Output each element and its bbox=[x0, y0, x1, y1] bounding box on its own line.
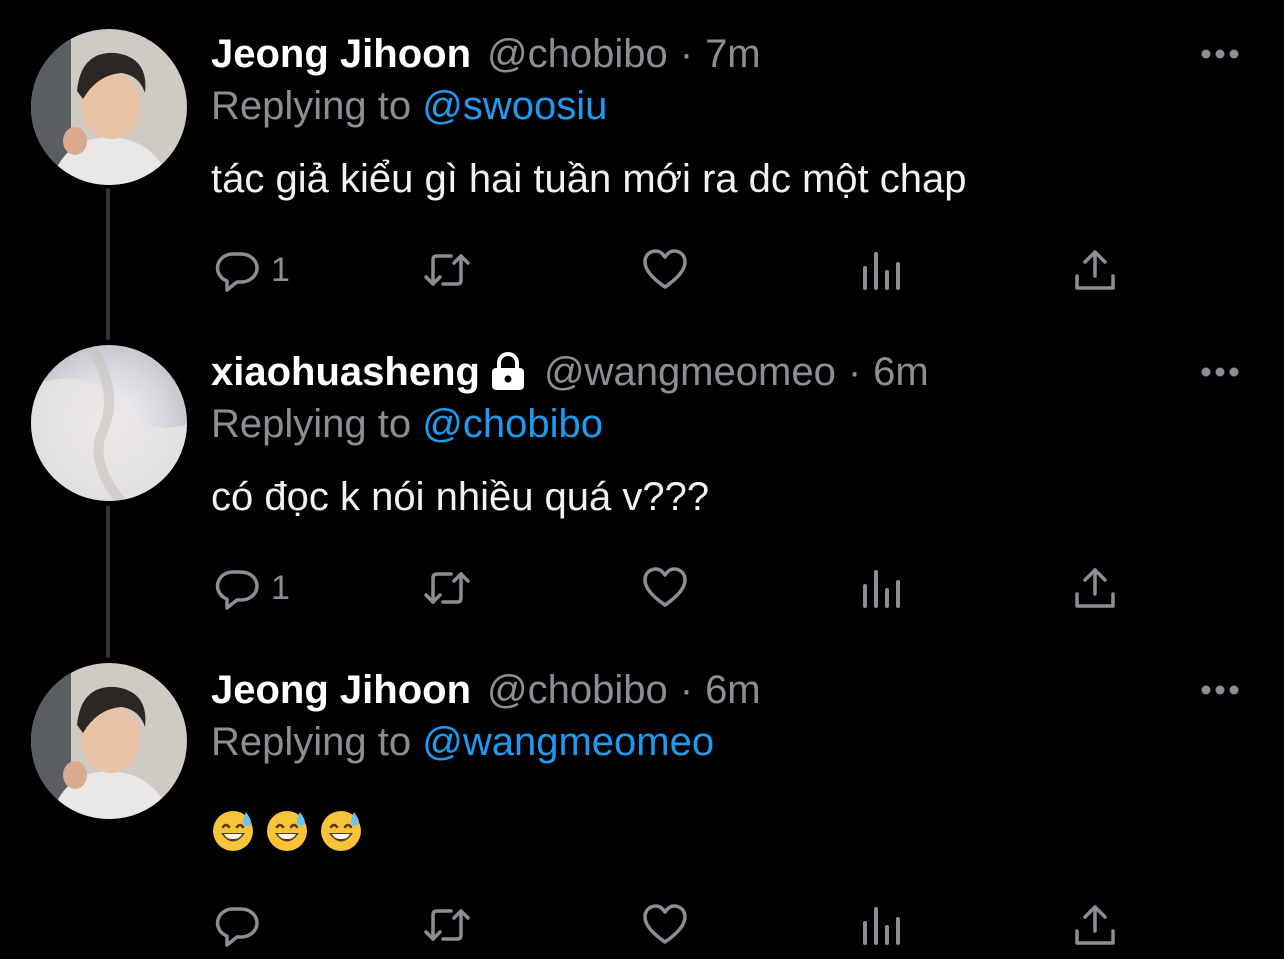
user-handle[interactable]: @chobibo bbox=[487, 668, 668, 713]
tweet-actions: 1 bbox=[213, 245, 1133, 295]
retweet-icon bbox=[424, 909, 470, 941]
tweet-header: xiaohuasheng @wangmeomeo · 6m bbox=[211, 347, 929, 397]
avatar[interactable] bbox=[31, 29, 187, 185]
more-options-icon[interactable] bbox=[1200, 683, 1240, 697]
mention-link[interactable]: @chobibo bbox=[422, 402, 603, 446]
reply-button[interactable]: 1 bbox=[213, 245, 290, 295]
reply-icon bbox=[215, 907, 259, 947]
tweet-emoji-text bbox=[211, 808, 363, 852]
replying-to: Replying to @swoosiu bbox=[211, 84, 607, 129]
lock-icon bbox=[491, 352, 524, 390]
share-icon bbox=[1075, 250, 1115, 290]
grinning-face-with-sweat-emoji bbox=[213, 811, 253, 851]
tweet-text: có đọc k nói nhiều quá v??? bbox=[211, 475, 710, 519]
reply-icon bbox=[215, 570, 259, 610]
user-handle[interactable]: @wangmeomeo bbox=[544, 350, 836, 395]
separator-dot: · bbox=[847, 349, 862, 394]
display-name[interactable]: xiaohuasheng bbox=[211, 350, 480, 395]
replying-to: Replying to @wangmeomeo bbox=[211, 720, 714, 765]
avatar[interactable] bbox=[31, 663, 187, 819]
replying-label: Replying to bbox=[211, 720, 412, 764]
retweet-button[interactable] bbox=[423, 563, 471, 613]
share-button[interactable] bbox=[1071, 563, 1119, 613]
grinning-face-with-sweat-emoji bbox=[321, 811, 361, 851]
reply-count: 1 bbox=[271, 250, 290, 289]
user-handle[interactable]: @chobibo bbox=[487, 32, 668, 77]
display-name[interactable]: Jeong Jihoon bbox=[211, 32, 471, 77]
share-button[interactable] bbox=[1071, 245, 1119, 295]
reply-icon bbox=[215, 252, 259, 292]
like-button[interactable] bbox=[641, 563, 689, 613]
replying-label: Replying to bbox=[211, 402, 412, 446]
timestamp[interactable]: 6m bbox=[705, 668, 761, 713]
share-icon bbox=[1075, 568, 1115, 608]
replying-label: Replying to bbox=[211, 84, 412, 128]
timestamp[interactable]: 7m bbox=[705, 32, 761, 77]
grinning-face-with-sweat-emoji bbox=[267, 811, 307, 851]
like-icon bbox=[643, 904, 687, 944]
analytics-button[interactable] bbox=[857, 245, 905, 295]
tweet-text: tác giả kiểu gì hai tuần mới ra dc một c… bbox=[211, 157, 967, 201]
analytics-button[interactable] bbox=[857, 563, 905, 613]
display-name[interactable]: Jeong Jihoon bbox=[211, 668, 471, 713]
like-icon bbox=[643, 249, 687, 289]
analytics-icon bbox=[863, 570, 900, 608]
share-button[interactable] bbox=[1071, 900, 1119, 950]
timestamp[interactable]: 6m bbox=[873, 350, 929, 395]
analytics-icon bbox=[863, 252, 900, 290]
tweet-actions: 1 bbox=[213, 563, 1133, 613]
retweet-button[interactable] bbox=[423, 900, 471, 950]
mention-link[interactable]: @swoosiu bbox=[422, 84, 607, 128]
mention-link[interactable]: @wangmeomeo bbox=[422, 720, 714, 764]
thread-connector-line bbox=[106, 506, 110, 658]
share-icon bbox=[1075, 905, 1115, 945]
retweet-button[interactable] bbox=[423, 245, 471, 295]
replying-to: Replying to @chobibo bbox=[211, 402, 603, 447]
avatar[interactable] bbox=[31, 345, 187, 501]
analytics-button[interactable] bbox=[857, 900, 905, 950]
tweet-header: Jeong Jihoon @chobibo · 7m bbox=[211, 29, 761, 79]
like-icon bbox=[643, 567, 687, 607]
more-options-icon[interactable] bbox=[1200, 47, 1240, 61]
tweet-actions bbox=[213, 900, 1133, 950]
tweet-header: Jeong Jihoon @chobibo · 6m bbox=[211, 665, 761, 715]
more-options-icon[interactable] bbox=[1200, 365, 1240, 379]
like-button[interactable] bbox=[641, 245, 689, 295]
reply-button[interactable] bbox=[213, 900, 271, 950]
separator-dot: · bbox=[679, 31, 694, 76]
like-button[interactable] bbox=[641, 900, 689, 950]
thread-connector-line bbox=[106, 188, 110, 340]
separator-dot: · bbox=[679, 667, 694, 712]
retweet-icon bbox=[424, 572, 470, 604]
analytics-icon bbox=[863, 907, 900, 945]
reply-count: 1 bbox=[271, 568, 290, 607]
retweet-icon bbox=[424, 254, 470, 286]
reply-button[interactable]: 1 bbox=[213, 563, 290, 613]
